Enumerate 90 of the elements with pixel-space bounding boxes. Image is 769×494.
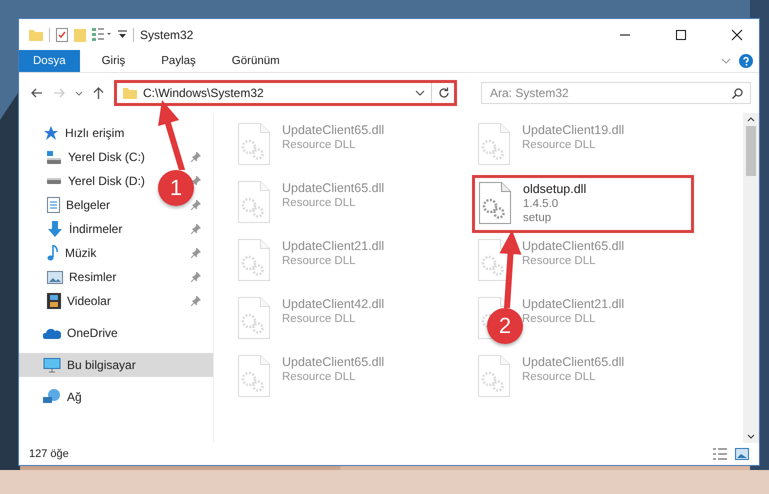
ribbon-tab[interactable]: Dosya [19,50,80,72]
back-icon[interactable] [31,88,43,98]
gear-file-icon [478,123,510,165]
sidebar-label: OneDrive [67,326,118,340]
ribbon-tab[interactable]: Paylaş [147,50,210,72]
gear-file-icon [238,123,270,165]
ribbon-tab[interactable]: Giriş [88,50,140,72]
folder-icon [29,28,43,40]
sidebar-label: Yerel Disk (D:) [68,174,145,188]
file-detail: Resource DLL [522,371,597,383]
monitor-icon [43,358,61,372]
pin-icon[interactable] [191,224,201,234]
properties-icon[interactable] [56,28,68,42]
document-icon [47,197,60,213]
file-detail: Resource DLL [282,371,357,383]
sidebar-item[interactable]: Hızlı erişim [19,121,213,145]
folder-icon [123,87,137,99]
sidebar-label: Belgeler [66,198,110,212]
maximize-icon[interactable] [675,28,687,40]
star-icon [43,126,59,140]
file-detail: 1.4.5.0 [523,198,560,210]
customize-icon[interactable] [118,30,127,39]
gear-file-icon [238,297,270,339]
network-icon [43,389,61,405]
chevron-icon[interactable] [721,58,731,64]
pin-icon[interactable] [191,296,201,306]
sidebar-item[interactable]: OneDrive [19,321,213,345]
scrollbar[interactable] [743,113,759,443]
search-field[interactable]: Ara: System32 [481,82,751,104]
sidebar-item[interactable]: Bu bilgisayar [19,353,213,377]
gear-file-icon [478,355,510,397]
search-icon [732,88,743,99]
sidebar-label: Bu bilgisayar [67,358,136,372]
gear-file-icon [238,181,270,223]
drive-icon [47,178,62,184]
address-path: C:\Windows\System32 [143,86,265,100]
picture-icon [47,270,63,284]
scroll-down-icon[interactable] [747,434,755,439]
close-icon[interactable] [731,28,743,40]
dropdown-icon[interactable] [75,90,83,96]
download-icon [47,221,63,237]
sidebar-item[interactable]: İndirmeler [47,218,124,240]
sidebar-item[interactable]: Resimler [47,266,118,288]
sidebar-item[interactable]: Ağ [19,385,213,409]
file-detail: Resource DLL [282,139,357,151]
file-name[interactable]: oldsetup.dll [523,182,586,196]
pin-icon[interactable] [191,176,201,186]
sidebar-label: Yerel Disk (C:) [68,150,145,164]
pin-icon[interactable] [191,152,201,162]
sidebar-label: Hızlı erişim [65,126,124,140]
scroll-thumb[interactable] [746,126,756,176]
file-detail: Resource DLL [522,139,597,151]
file-detail: Resource DLL [522,313,597,325]
cloud-icon [43,328,61,338]
sidebar-item[interactable]: Müzik [47,242,98,264]
caret-icon[interactable] [415,90,425,96]
sidebar-item[interactable]: Yerel Disk (D:) [47,170,147,192]
sidebar-item[interactable]: Videolar [47,290,113,312]
sidebar-item[interactable]: Yerel Disk (C:) [47,146,147,168]
file-detail: Resource DLL [522,255,597,267]
sidebar-item[interactable]: Belgeler [47,194,112,216]
window-title: System32 [140,28,194,42]
sidebar-label: Videolar [67,294,111,308]
film-icon [47,293,61,309]
file-detail: Resource DLL [282,313,357,325]
ribbon-tab[interactable]: Görünüm [218,50,294,72]
music-note-icon [47,245,59,261]
up-icon[interactable] [93,87,104,99]
sidebar-label: Ağ [67,390,82,404]
file-detail: Resource DLL [282,255,357,267]
file-detail: setup [523,212,552,224]
pin-icon[interactable] [191,200,201,210]
sidebar-label: Müzik [65,246,96,260]
gear-file-icon [238,239,270,281]
gear-file-icon [479,182,511,224]
help-icon[interactable] [739,54,753,68]
item-count: 127 öğe [29,448,69,460]
drive-icon [47,150,62,164]
pin-icon[interactable] [191,272,201,282]
details-view-icon[interactable] [713,448,727,460]
address-bar[interactable]: C:\Windows\System32 [114,80,457,106]
scroll-up-icon[interactable] [747,117,755,122]
gear-file-icon [238,355,270,397]
pin-icon[interactable] [191,248,201,258]
view-icon[interactable] [92,28,112,41]
file-detail: Resource DLL [282,197,357,209]
sidebar-label: Resimler [69,270,116,284]
refresh-icon[interactable] [438,87,450,99]
large-icons-view-icon[interactable] [735,448,749,460]
sidebar-label: İndirmeler [69,222,122,236]
